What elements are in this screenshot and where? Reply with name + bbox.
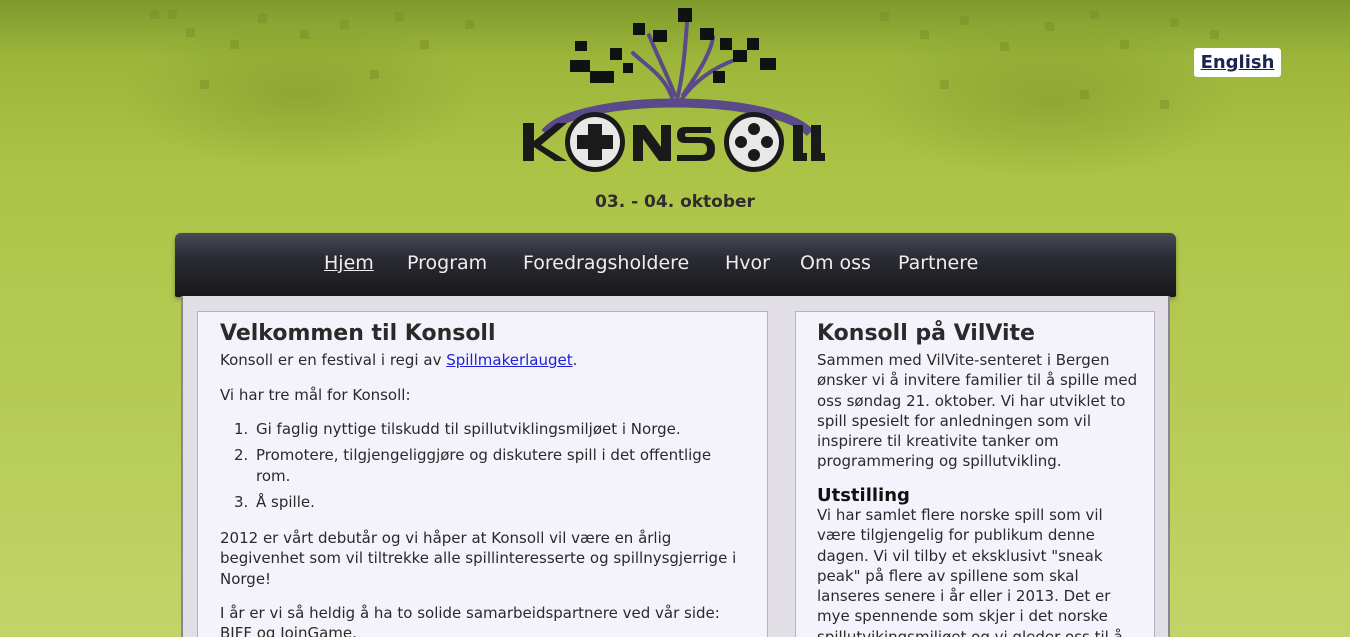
vilvite-panel: Konsoll på VilVite Sammen med VilVite-se… <box>795 311 1155 637</box>
main-navigation: Hjem Program Foredragsholdere Hvor Om os… <box>175 233 1176 297</box>
nav-item-partnere[interactable]: Partnere <box>898 252 978 274</box>
list-item: 2. Promotere, tilgjengeliggjøre og diskut… <box>234 446 712 485</box>
konsoll-logo[interactable] <box>515 5 835 183</box>
welcome-panel: Velkommen til Konsoll Konsoll er en fest… <box>197 311 768 637</box>
list-item: 1. Gi faglig nyttige tilskudd til spillut… <box>234 420 681 438</box>
nav-item-hvor[interactable]: Hvor <box>725 252 770 274</box>
partners-paragraph: I år er vi så heldig å ha to solide sama… <box>220 604 720 637</box>
utstilling-paragraph: Vi har samlet flere norske spill som vil… <box>817 506 1123 637</box>
spillmakerlauget-link[interactable]: Spillmakerlauget <box>446 351 572 369</box>
english-language-link[interactable]: English <box>1194 48 1281 77</box>
list-item: 3. Å spille. <box>234 492 315 511</box>
intro-paragraph: Konsoll er en festival i regi av Spillma… <box>220 351 578 369</box>
vilvite-intro: Sammen med VilVite-senteret i Bergen øns… <box>817 351 1138 471</box>
nav-item-hjem[interactable]: Hjem <box>324 252 374 274</box>
goals-intro: Vi har tre mål for Konsoll: <box>220 386 411 404</box>
welcome-title: Velkommen til Konsoll <box>220 321 496 346</box>
festival-dates: 03. - 04. oktober <box>595 192 755 212</box>
debut-paragraph: 2012 er vårt debutår og vi håper at Kons… <box>220 529 737 588</box>
nav-item-program[interactable]: Program <box>407 252 487 274</box>
goals-list: 1. Gi faglig nyttige tilskudd til spillut… <box>234 419 714 518</box>
utstilling-heading: Utstilling <box>817 485 910 506</box>
nav-item-foredragsholdere[interactable]: Foredragsholdere <box>523 252 689 274</box>
nav-item-om-oss[interactable]: Om oss <box>800 252 871 274</box>
vilvite-title: Konsoll på VilVite <box>817 321 1035 346</box>
